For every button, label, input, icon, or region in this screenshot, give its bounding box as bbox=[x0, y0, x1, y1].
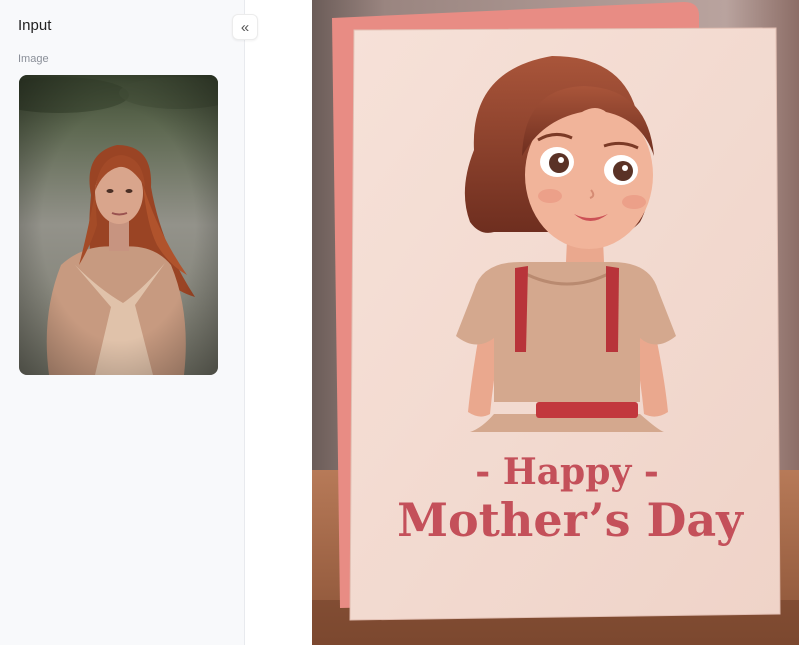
card-title-mothers-day: Mother’s Day bbox=[397, 493, 744, 547]
input-panel: Input Image bbox=[0, 0, 245, 645]
collapse-panel-button[interactable]: « bbox=[232, 14, 258, 40]
card-title-happy: - Happy - bbox=[475, 451, 659, 493]
input-photo-graphic bbox=[19, 75, 218, 375]
panel-gutter bbox=[245, 0, 312, 645]
panel-title: Input bbox=[18, 17, 52, 34]
image-field-label: Image bbox=[18, 53, 49, 65]
mothers-day-card-graphic: - Happy - Mother’s Day bbox=[312, 0, 799, 645]
input-image-thumbnail[interactable] bbox=[19, 75, 218, 375]
result-image: - Happy - Mother’s Day bbox=[312, 0, 799, 645]
double-chevron-left-icon: « bbox=[240, 18, 250, 36]
